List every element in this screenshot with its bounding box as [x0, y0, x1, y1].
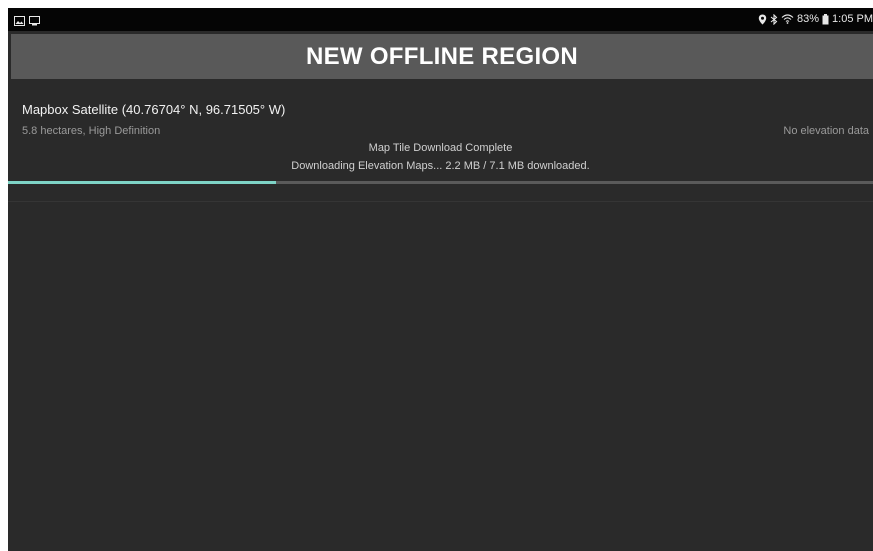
clock: 1:05 PM [832, 13, 873, 25]
status-bar-right: 83% 1:05 PM [758, 11, 873, 27]
battery-level: 83% [797, 13, 820, 25]
status-bar: 83% 1:05 PM [8, 8, 873, 31]
location-pin-icon [758, 14, 767, 25]
elevation-download-status: Downloading Elevation Maps... 2.2 MB / 7… [291, 160, 590, 172]
download-progress-bar [8, 181, 873, 184]
region-name: Mapbox Satellite (40.76704° N, 96.71505°… [22, 102, 286, 117]
wifi-icon [781, 14, 794, 24]
status-bar-left [14, 13, 40, 31]
offline-region-item[interactable]: Mapbox Satellite (40.76704° N, 96.71505°… [8, 94, 873, 202]
tile-download-status: Map Tile Download Complete [368, 142, 513, 154]
region-meta: 5.8 hectares, High Definition [22, 125, 161, 137]
row-divider [8, 201, 873, 202]
cast-icon [29, 13, 40, 31]
app-screen: 83% 1:05 PM NEW OFFLINE REGION Mapbox Sa… [8, 8, 873, 551]
page-header: NEW OFFLINE REGION [11, 34, 873, 79]
image-icon [14, 13, 25, 31]
bluetooth-icon [770, 13, 778, 25]
download-progress-fill [8, 181, 277, 184]
elevation-info: No elevation data [783, 125, 869, 137]
page-title: NEW OFFLINE REGION [305, 42, 579, 70]
battery-icon [822, 13, 829, 25]
